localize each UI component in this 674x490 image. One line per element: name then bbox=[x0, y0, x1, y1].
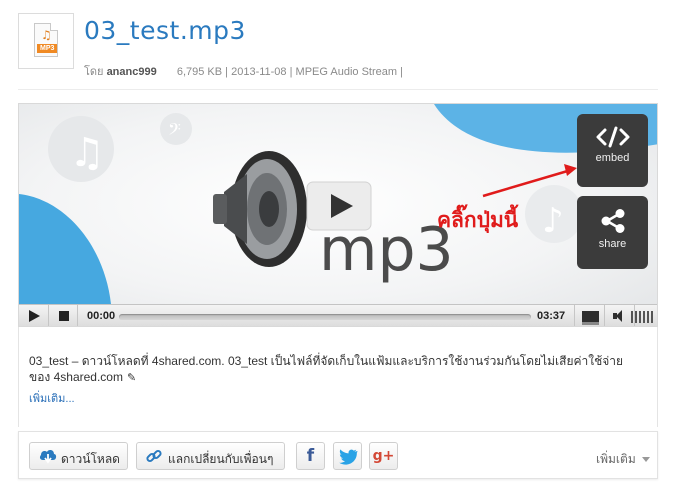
embed-label: embed bbox=[595, 152, 630, 164]
facebook-button[interactable]: f bbox=[296, 442, 325, 470]
exchange-button[interactable]: แลกเปลี่ยนกับเพื่อนๆ bbox=[136, 442, 285, 470]
file-type: MPEG Audio Stream bbox=[295, 66, 398, 78]
file-size: 6,795 KB bbox=[176, 66, 223, 78]
link-icon bbox=[146, 449, 162, 463]
music-note-icon: ♫ bbox=[69, 130, 105, 176]
current-time: 00:00 bbox=[87, 310, 116, 322]
file-meta: โดย ananc999 6,795 KB | 2013-11-08 | MPE… bbox=[84, 66, 403, 78]
embed-button[interactable]: embed bbox=[577, 114, 648, 187]
code-icon bbox=[596, 126, 629, 148]
owner-link[interactable]: ananc999 bbox=[107, 66, 157, 78]
file-title: 03_test.mp3 bbox=[84, 16, 246, 45]
share-label: share bbox=[598, 238, 627, 250]
cloud-download-icon bbox=[39, 449, 57, 464]
description-text: 03_test – ดาวน์โหลดที่ 4shared.com. 03_t… bbox=[29, 354, 624, 386]
download-label: ดาวน์โหลด bbox=[61, 452, 120, 466]
facebook-icon: f bbox=[306, 446, 315, 466]
share-button[interactable]: share bbox=[577, 196, 648, 269]
share-icon bbox=[601, 209, 624, 233]
description-panel: 03_test – ดาวน์โหลดที่ 4shared.com. 03_t… bbox=[18, 327, 658, 427]
edit-pencil-icon[interactable]: ✎ bbox=[127, 370, 136, 386]
audio-player: ♫ 𝄢 ♪ mp3 คลิ๊กปุ่มนี้ embed share 00:00… bbox=[18, 103, 658, 327]
player-controls: 00:00 03:37 bbox=[19, 304, 657, 326]
stop-button[interactable] bbox=[49, 305, 78, 326]
music-note-icon: ♫ bbox=[41, 28, 52, 42]
by-label: โดย bbox=[84, 66, 104, 78]
twitter-icon bbox=[338, 449, 358, 465]
speaker-icon bbox=[213, 151, 307, 267]
bass-clef-icon: 𝄢 bbox=[168, 119, 181, 143]
header-divider bbox=[18, 89, 658, 90]
google-plus-button[interactable]: g+ bbox=[369, 442, 398, 470]
blue-corner-left bbox=[19, 194, 111, 304]
share-bar: ดาวน์โหลด แลกเปลี่ยนกับเพื่อนๆ f g+ เพิ่… bbox=[18, 431, 658, 479]
volume-slider[interactable] bbox=[631, 311, 653, 323]
mp3-art-text: mp3 bbox=[319, 215, 454, 285]
chevron-down-icon bbox=[641, 457, 650, 463]
file-type-thumbnail: ♫ MP3 bbox=[18, 13, 74, 69]
duration: 03:37 bbox=[537, 310, 566, 322]
fullscreen-button[interactable] bbox=[574, 305, 605, 326]
google-plus-icon: g+ bbox=[372, 448, 395, 464]
more-dropdown[interactable]: เพิ่มเติม bbox=[596, 450, 650, 469]
exchange-label: แลกเปลี่ยนกับเพื่อนๆ bbox=[168, 452, 274, 466]
download-button[interactable]: ดาวน์โหลด bbox=[29, 442, 128, 470]
twitter-button[interactable] bbox=[333, 442, 362, 470]
more-dropdown-label: เพิ่มเติม bbox=[596, 452, 636, 466]
play-button[interactable] bbox=[19, 305, 49, 326]
file-type-tag: MP3 bbox=[37, 44, 58, 53]
seek-bar[interactable] bbox=[119, 314, 531, 320]
mp3-artwork: ♫ 𝄢 ♪ mp3 bbox=[19, 104, 657, 304]
more-link[interactable]: เพิ่มเติม... bbox=[29, 389, 75, 407]
annotation-text: คลิ๊กปุ่มนี้ bbox=[437, 208, 519, 232]
svg-text:♪: ♪ bbox=[542, 201, 564, 241]
upload-date: 2013-11-08 bbox=[231, 66, 287, 78]
document-icon: ♫ MP3 bbox=[34, 23, 58, 57]
